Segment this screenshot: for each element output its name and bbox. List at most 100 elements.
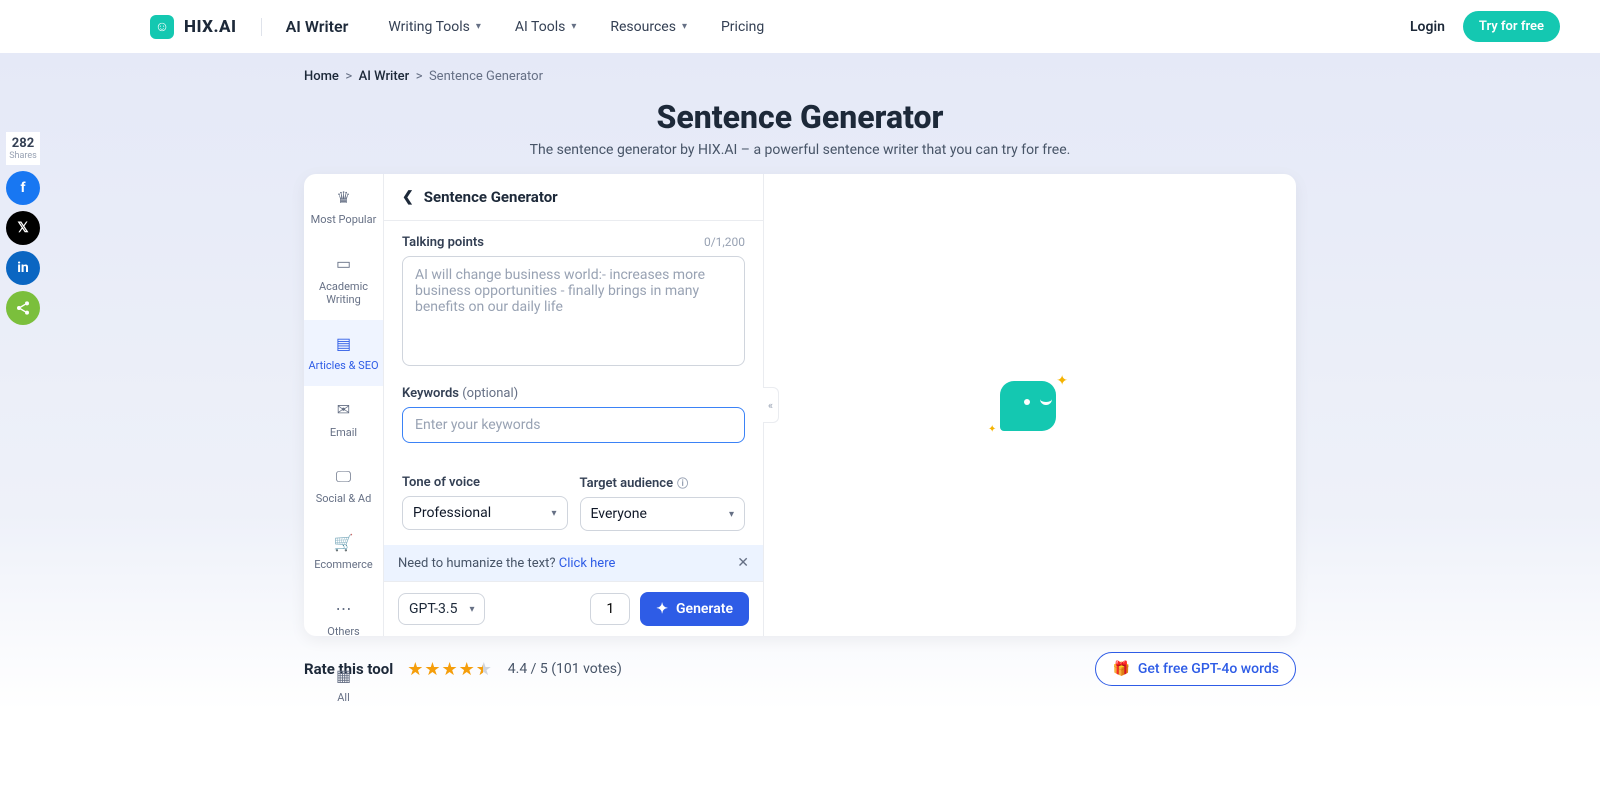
- sidebar-item-most-popular[interactable]: ♛Most Popular: [304, 174, 383, 240]
- sidebar-item-label: All: [337, 691, 350, 704]
- hero-section: Home > AI Writer > Sentence Generator Se…: [0, 53, 1600, 710]
- sidebar-item-label: Email: [330, 426, 357, 439]
- page-subtitle: The sentence generator by HIX.AI – a pow…: [0, 142, 1600, 158]
- facebook-share-button[interactable]: f: [6, 171, 40, 205]
- form-pane: ❮ Sentence Generator Talking points 0/1,…: [384, 174, 764, 636]
- keywords-label: Keywords: [402, 386, 459, 401]
- breadcrumb: Home > AI Writer > Sentence Generator: [304, 53, 1296, 92]
- social-icon: 🖵: [308, 467, 379, 486]
- sidebar-item-ecommerce[interactable]: 🛒 Ecommerce: [304, 519, 383, 585]
- close-icon[interactable]: ✕: [737, 555, 749, 571]
- nav-label: Writing Tools: [388, 19, 469, 35]
- articles-icon: ▤: [308, 334, 379, 353]
- rating-row: Rate this tool ★★★★★★ 4.4 / 5 (101 votes…: [304, 652, 1296, 686]
- sidebar-item-label: Social & Ad: [316, 492, 372, 505]
- all-icon: ▦: [308, 666, 379, 685]
- audience-select[interactable]: Everyone ▾: [580, 497, 746, 531]
- collapse-toggle[interactable]: «: [763, 387, 779, 423]
- ecommerce-icon: 🛒: [308, 533, 379, 552]
- breadcrumb-current: Sentence Generator: [429, 69, 543, 84]
- try-free-button[interactable]: Try for free: [1463, 11, 1560, 42]
- mascot-icon: ✦ ✦: [990, 375, 1070, 435]
- audience-label: Target audience: [580, 476, 674, 491]
- humanize-link[interactable]: Click here: [559, 556, 616, 571]
- action-bar: GPT-3.5 ▾ ✦ Generate: [384, 581, 763, 636]
- sidebar-item-social[interactable]: 🖵 Social & Ad: [304, 453, 383, 519]
- select-value: GPT-3.5: [409, 601, 457, 617]
- char-counter: 0/1,200: [704, 235, 745, 250]
- talking-points-input[interactable]: [402, 256, 745, 366]
- others-icon: ⋯: [308, 599, 379, 618]
- sidebar-item-label: Others: [327, 625, 359, 638]
- model-select[interactable]: GPT-3.5 ▾: [398, 593, 485, 625]
- chevron-down-icon: ▾: [729, 509, 734, 520]
- rating-score: 4.4 / 5 (101 votes): [508, 661, 622, 677]
- button-label: Generate: [676, 601, 733, 617]
- share-count-box: 282 Shares: [6, 132, 40, 165]
- breadcrumb-home[interactable]: Home: [304, 69, 339, 84]
- logo-divider: [261, 18, 262, 36]
- sidebar-item-articles[interactable]: ▤ Articles & SEO: [304, 320, 383, 386]
- nav: Writing Tools ▾ AI Tools ▾ Resources ▾ Pric…: [388, 19, 764, 35]
- logo-subtitle: AI Writer: [286, 17, 349, 36]
- sharethis-button[interactable]: [6, 291, 40, 325]
- nav-label: Pricing: [721, 19, 764, 35]
- nav-pricing[interactable]: Pricing: [721, 19, 764, 35]
- free-words-button[interactable]: 🎁 Get free GPT-4o words: [1095, 652, 1296, 686]
- linkedin-share-button[interactable]: in: [6, 251, 40, 285]
- share-count: 282: [8, 136, 38, 151]
- generate-button[interactable]: ✦ Generate: [640, 592, 749, 626]
- sidebar-item-label: Academic Writing: [319, 280, 368, 306]
- header-left: ☺ HIX.AI AI Writer Writing Tools ▾ AI Too…: [150, 15, 764, 39]
- output-pane: « ✦ ✦: [764, 174, 1296, 636]
- tool-card: ♛Most Popular ▭ Academic Writing ▤ Article…: [304, 174, 1296, 636]
- sidebar-item-others[interactable]: ⋯ Others: [304, 585, 383, 651]
- humanize-text: Need to humanize the text?: [398, 556, 559, 571]
- tone-select[interactable]: Professional ▾: [402, 496, 568, 530]
- select-value: Everyone: [591, 506, 647, 522]
- keywords-input[interactable]: [402, 407, 745, 443]
- x-share-button[interactable]: 𝕏: [6, 211, 40, 245]
- logo[interactable]: ☺ HIX.AI AI Writer: [150, 15, 348, 39]
- logo-text: HIX.AI: [184, 17, 237, 37]
- header-right: Login Try for free: [1410, 11, 1560, 42]
- logo-icon: ☺: [150, 15, 174, 39]
- sidebar-item-email[interactable]: ✉ Email: [304, 386, 383, 452]
- chevron-down-icon: ▾: [476, 21, 481, 32]
- category-sidebar: ♛Most Popular ▭ Academic Writing ▤ Article…: [304, 174, 384, 636]
- email-icon: ✉: [308, 400, 379, 419]
- chevron-down-icon: ▾: [469, 604, 474, 615]
- tone-label: Tone of voice: [402, 475, 568, 490]
- optional-label: (optional): [462, 386, 518, 401]
- gift-icon: 🎁: [1112, 661, 1129, 677]
- sidebar-item-academic[interactable]: ▭ Academic Writing: [304, 240, 383, 320]
- button-label: Get free GPT-4o words: [1138, 661, 1279, 677]
- magic-icon: ✦: [656, 601, 668, 617]
- academic-icon: ▭: [308, 254, 379, 273]
- sidebar-item-all[interactable]: ▦ All: [304, 652, 383, 718]
- breadcrumb-writer[interactable]: AI Writer: [359, 69, 410, 84]
- select-value: Professional: [413, 505, 491, 521]
- sidebar-item-label: Articles & SEO: [308, 359, 378, 372]
- form-header: ❮ Sentence Generator: [384, 174, 763, 221]
- info-icon[interactable]: ⓘ: [677, 477, 688, 490]
- chevron-down-icon: ▾: [551, 508, 556, 519]
- chevron-down-icon: ▾: [571, 21, 576, 32]
- quantity-input[interactable]: [590, 593, 630, 625]
- nav-label: Resources: [610, 19, 676, 35]
- form-body: Talking points 0/1,200 Keywords (optiona…: [384, 221, 763, 545]
- nav-label: AI Tools: [515, 19, 565, 35]
- nav-writing-tools[interactable]: Writing Tools ▾: [388, 19, 481, 35]
- star-rating[interactable]: ★★★★★★: [407, 659, 494, 680]
- talking-points-label: Talking points: [402, 235, 484, 250]
- sidebar-item-label: Most Popular: [311, 213, 377, 226]
- share-column: 282 Shares f 𝕏 in: [6, 132, 40, 325]
- chevron-down-icon: ▾: [682, 21, 687, 32]
- nav-ai-tools[interactable]: AI Tools ▾: [515, 19, 576, 35]
- nav-resources[interactable]: Resources ▾: [610, 19, 687, 35]
- share-label: Shares: [8, 151, 38, 161]
- login-link[interactable]: Login: [1410, 19, 1445, 35]
- back-chevron-icon[interactable]: ❮: [402, 189, 414, 205]
- sidebar-item-label: Ecommerce: [314, 558, 373, 571]
- header: ☺ HIX.AI AI Writer Writing Tools ▾ AI Too…: [0, 0, 1600, 53]
